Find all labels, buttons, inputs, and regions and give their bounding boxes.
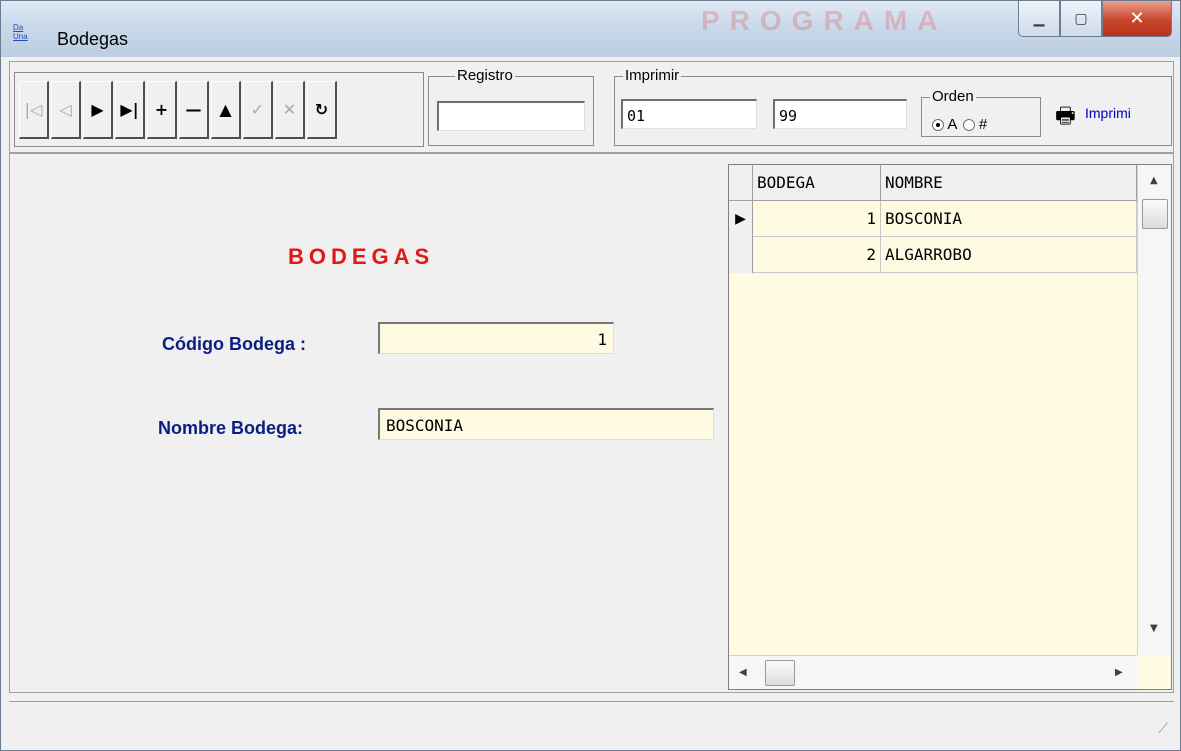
- minimize-icon: ▁: [1033, 10, 1045, 27]
- page-title: BODEGAS: [288, 244, 435, 269]
- imprimir-from-input[interactable]: 01: [621, 99, 757, 129]
- orden-radio-number[interactable]: [962, 119, 975, 132]
- edit-record-icon: ▲: [219, 100, 232, 119]
- imprimir-to-input[interactable]: 99: [773, 99, 907, 129]
- next-record-button[interactable]: ▶: [83, 81, 113, 139]
- save-record-icon: ✓: [250, 100, 265, 119]
- refresh-button[interactable]: ↻: [307, 81, 337, 139]
- close-button[interactable]: ✕: [1102, 1, 1172, 37]
- bodegas-window: PROGRAMA Da Una Bodegas ▁ ▢ ✕ |◁ ◁ ▶ ▶| + — ▲ ✓…: [0, 0, 1181, 751]
- resize-grip-icon[interactable]: ⟋: [1158, 721, 1168, 737]
- cancel-record-button[interactable]: ✕: [275, 81, 305, 139]
- scroll-right-icon[interactable]: ▶: [1115, 667, 1123, 678]
- last-record-button[interactable]: ▶|: [115, 81, 145, 139]
- orden-radio-group: A #: [932, 116, 987, 133]
- main-content: BODEGAS Código Bodega : 1 Nombre Bodega:…: [9, 153, 1174, 693]
- toolbar: |◁ ◁ ▶ ▶| + — ▲ ✓ ✕ ↻ Registro Imprimir 01 99 Ord…: [9, 61, 1174, 153]
- orden-option-a-label: A: [947, 116, 957, 133]
- refresh-icon: ↻: [314, 100, 329, 119]
- cell-nombre[interactable]: BOSCONIA: [881, 201, 1137, 237]
- codigo-bodega-label: Código Bodega :: [162, 334, 306, 354]
- horizontal-scrollbar[interactable]: ◀ ▶: [729, 655, 1137, 689]
- registro-input[interactable]: [437, 101, 585, 131]
- next-record-icon: ▶: [91, 100, 104, 119]
- close-icon: ✕: [1129, 8, 1145, 29]
- cell-bodega[interactable]: 1: [753, 201, 881, 237]
- column-header-nombre[interactable]: NOMBRE: [881, 165, 1137, 201]
- title-bar[interactable]: PROGRAMA Da Una Bodegas ▁ ▢ ✕: [1, 1, 1180, 57]
- cancel-record-icon: ✕: [282, 100, 297, 119]
- printer-icon[interactable]: 🖶: [1055, 99, 1076, 137]
- nombre-bodega-label: Nombre Bodega:: [158, 418, 304, 438]
- registro-label: Registro: [455, 67, 515, 84]
- vertical-scrollbar[interactable]: ▲ ▼: [1137, 165, 1171, 655]
- app-icon-text-top: Da: [13, 23, 24, 32]
- grid-corner: [729, 165, 753, 201]
- orden-radio-a[interactable]: [932, 119, 944, 132]
- delete-record-button[interactable]: —: [179, 81, 209, 139]
- save-record-button[interactable]: ✓: [243, 81, 273, 139]
- imprimir-label: Imprimir: [623, 67, 682, 84]
- window-title: Bodegas: [57, 29, 129, 49]
- delete-record-icon: —: [185, 100, 202, 119]
- bodegas-grid[interactable]: BODEGA NOMBRE ▶ 1 BOSCONIA 2 ALGARROBO ▲ ▼ ◀…: [728, 164, 1172, 690]
- horizontal-scroll-thumb[interactable]: [765, 660, 795, 686]
- orden-option-number-label: #: [978, 116, 988, 133]
- scroll-left-icon[interactable]: ◀: [739, 667, 747, 678]
- table-row[interactable]: ▶ 1 BOSCONIA: [729, 201, 1137, 237]
- maximize-icon: ▢: [1074, 10, 1088, 27]
- first-record-icon: |◁: [24, 100, 43, 119]
- previous-record-button[interactable]: ◁: [51, 81, 81, 139]
- title-watermark: PROGRAMA: [701, 5, 948, 36]
- orden-group: Orden A #: [921, 88, 1041, 137]
- status-bar: ⟋: [9, 701, 1174, 741]
- nombre-bodega-input[interactable]: BOSCONIA: [378, 408, 714, 440]
- add-record-button[interactable]: +: [147, 81, 177, 139]
- last-record-icon: ▶|: [120, 100, 139, 119]
- print-link[interactable]: Imprimi: [1085, 105, 1131, 121]
- cell-bodega[interactable]: 2: [753, 237, 881, 273]
- registro-group: Registro: [428, 67, 594, 146]
- codigo-bodega-input[interactable]: 1: [378, 322, 614, 354]
- current-row-indicator-icon[interactable]: ▶: [729, 201, 753, 237]
- minimize-button[interactable]: ▁: [1018, 1, 1060, 37]
- grid-header: BODEGA NOMBRE: [729, 165, 1137, 201]
- previous-record-icon: ◁: [59, 100, 72, 119]
- table-row[interactable]: 2 ALGARROBO: [729, 237, 1137, 273]
- app-icon-text-bottom: Una: [13, 32, 28, 41]
- record-navigator: |◁ ◁ ▶ ▶| + — ▲ ✓ ✕ ↻: [14, 72, 424, 147]
- form-panel: BODEGAS Código Bodega : 1 Nombre Bodega:…: [24, 164, 730, 690]
- app-icon[interactable]: Da Una: [13, 23, 35, 45]
- column-header-bodega[interactable]: BODEGA: [753, 165, 881, 201]
- window-controls: ▁ ▢ ✕: [1018, 1, 1172, 39]
- row-selector[interactable]: [729, 237, 753, 273]
- imprimir-group: Imprimir 01 99 Orden A # 🖶 Imprimi: [614, 67, 1172, 146]
- maximize-button[interactable]: ▢: [1060, 1, 1102, 37]
- scroll-up-icon[interactable]: ▲: [1150, 175, 1158, 186]
- first-record-button[interactable]: |◁: [19, 81, 49, 139]
- scroll-down-icon[interactable]: ▼: [1150, 623, 1158, 634]
- orden-label: Orden: [930, 88, 976, 105]
- edit-record-button[interactable]: ▲: [211, 81, 241, 139]
- vertical-scroll-thumb[interactable]: [1142, 199, 1168, 229]
- cell-nombre[interactable]: ALGARROBO: [881, 237, 1137, 273]
- add-record-icon: +: [154, 100, 169, 119]
